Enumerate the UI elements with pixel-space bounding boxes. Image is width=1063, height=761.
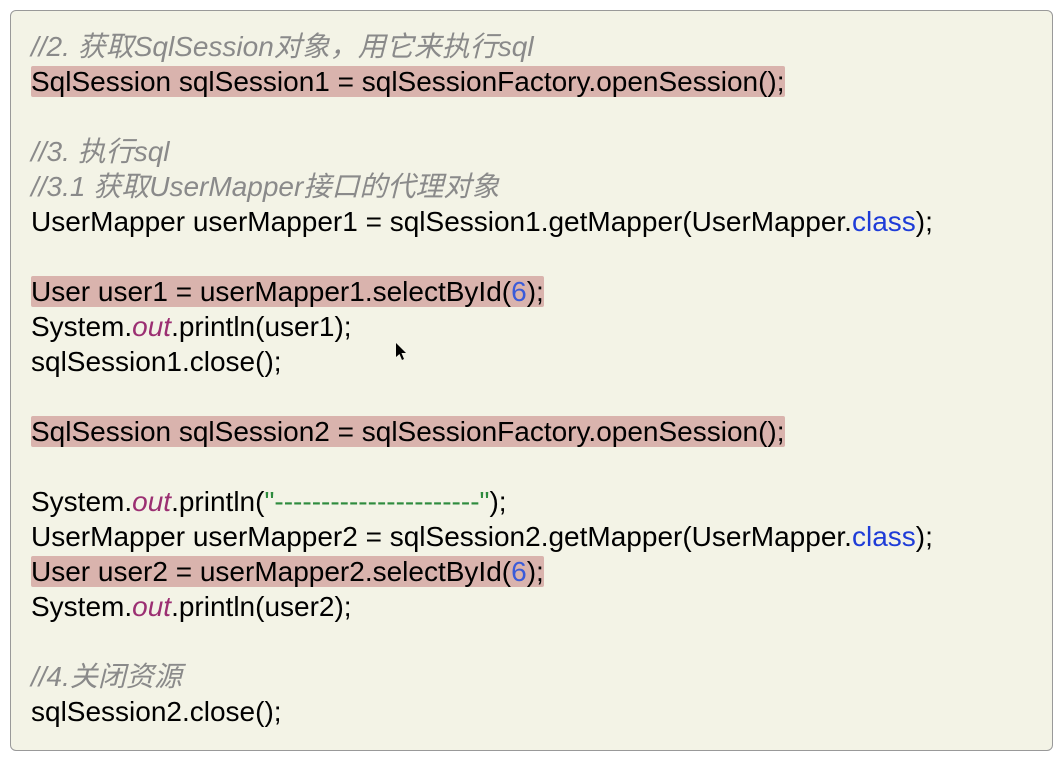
code-text: System. xyxy=(31,311,132,342)
blank-line xyxy=(31,239,1032,274)
code-text: UserMapper userMapper2 = sqlSession2.get… xyxy=(31,521,852,552)
keyword-class: class xyxy=(852,206,916,237)
code-block: //2. 获取SqlSession对象，用它来执行sql SqlSession … xyxy=(10,10,1053,751)
code-text: ); xyxy=(527,556,544,587)
field-out: out xyxy=(132,311,171,342)
code-text: sqlSession1.close(); xyxy=(31,346,282,377)
code-text: System. xyxy=(31,486,132,517)
code-text: System. xyxy=(31,591,132,622)
string-literal: "----------------------" xyxy=(264,486,489,517)
code-text: ); xyxy=(916,206,933,237)
blank-line xyxy=(31,624,1032,659)
code-line: System.out.println(user1); xyxy=(31,309,1032,344)
comment-text: //3.1 获取UserMapper接口的代理对象 xyxy=(31,171,499,202)
number-literal: 6 xyxy=(511,556,527,587)
code-text: User user1 = userMapper1.selectById( xyxy=(31,276,511,307)
code-line: System.out.println("--------------------… xyxy=(31,484,1032,519)
comment-text: //4.关闭资源 xyxy=(31,661,182,692)
code-text: .println( xyxy=(171,486,264,517)
comment-line: //3.1 获取UserMapper接口的代理对象 xyxy=(31,169,1032,204)
number-literal: 6 xyxy=(511,276,527,307)
code-line: SqlSession sqlSession1 = sqlSessionFacto… xyxy=(31,64,1032,99)
comment-text: //3. 执行sql xyxy=(31,136,169,167)
code-text: UserMapper userMapper1 = sqlSession1.get… xyxy=(31,206,852,237)
code-line: UserMapper userMapper1 = sqlSession1.get… xyxy=(31,204,1032,239)
blank-line xyxy=(31,99,1032,134)
code-line: UserMapper userMapper2 = sqlSession2.get… xyxy=(31,519,1032,554)
code-line: User user1 = userMapper1.selectById(6); xyxy=(31,274,1032,309)
code-line: sqlSession1.close(); xyxy=(31,344,1032,379)
comment-line: //4.关闭资源 xyxy=(31,659,1032,694)
blank-line xyxy=(31,449,1032,484)
comment-line: //3. 执行sql xyxy=(31,134,1032,169)
code-line: System.out.println(user2); xyxy=(31,589,1032,624)
comment-text: //2. 获取SqlSession对象，用它来执行sql xyxy=(31,31,534,62)
code-line: SqlSession sqlSession2 = sqlSessionFacto… xyxy=(31,414,1032,449)
blank-line xyxy=(31,379,1032,414)
code-line: sqlSession2.close(); xyxy=(31,694,1032,729)
code-text: User user2 = userMapper2.selectById( xyxy=(31,556,511,587)
code-text: ); xyxy=(489,486,506,517)
code-line: User user2 = userMapper2.selectById(6); xyxy=(31,554,1032,589)
code-text: ); xyxy=(527,276,544,307)
highlighted-code: User user1 = userMapper1.selectById(6); xyxy=(31,276,544,307)
code-text: sqlSession2.close(); xyxy=(31,696,282,727)
highlighted-code: SqlSession sqlSession1 = sqlSessionFacto… xyxy=(31,66,785,97)
field-out: out xyxy=(132,591,171,622)
keyword-class: class xyxy=(852,521,916,552)
code-text: .println(user1); xyxy=(171,311,352,342)
comment-line: //2. 获取SqlSession对象，用它来执行sql xyxy=(31,29,1032,64)
field-out: out xyxy=(132,486,171,517)
highlighted-code: User user2 = userMapper2.selectById(6); xyxy=(31,556,544,587)
code-text: ); xyxy=(916,521,933,552)
highlighted-code: SqlSession sqlSession2 = sqlSessionFacto… xyxy=(31,416,785,447)
code-text: .println(user2); xyxy=(171,591,352,622)
